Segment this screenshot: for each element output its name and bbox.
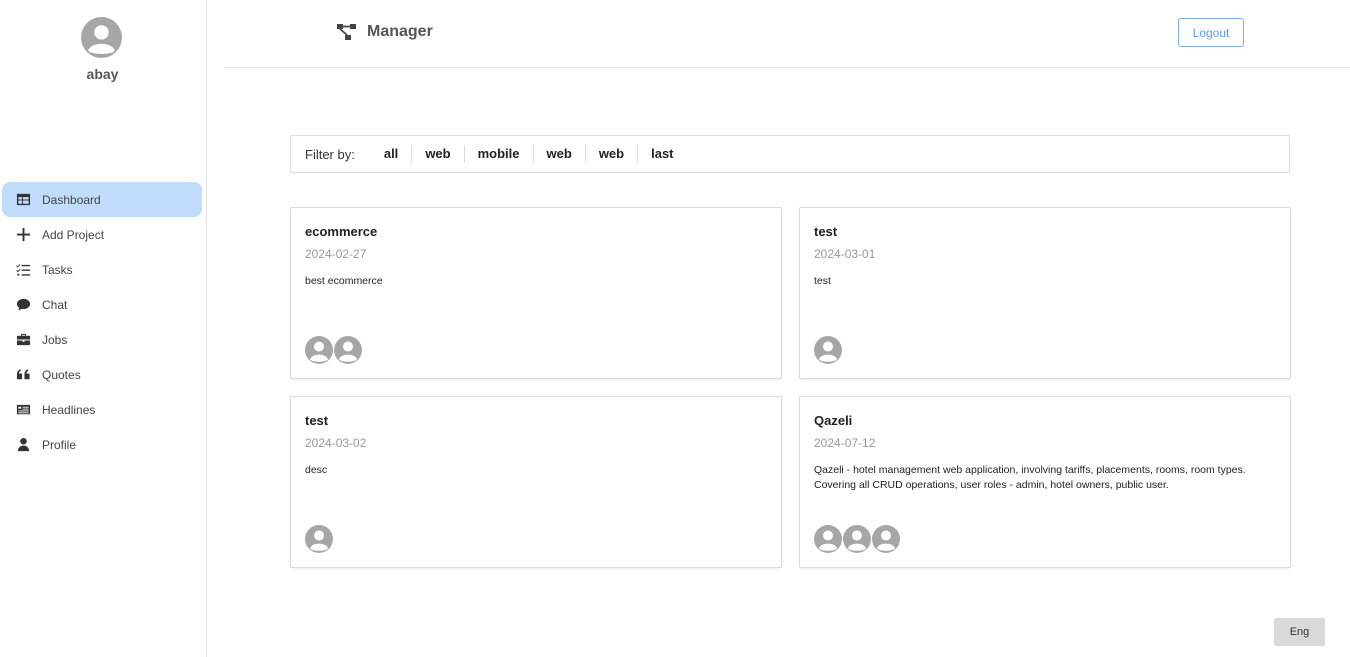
project-members (305, 336, 363, 364)
person-icon (15, 437, 31, 453)
sidebar-item-label: Chat (42, 297, 68, 312)
project-description: best ecommerce (305, 275, 383, 287)
project-members (814, 336, 843, 364)
chat-icon (15, 297, 31, 313)
project-title: test (814, 224, 838, 239)
member-avatar-icon[interactable] (814, 525, 842, 553)
logout-button[interactable]: Logout (1178, 18, 1244, 47)
member-avatar-icon[interactable] (843, 525, 871, 553)
plus-icon (15, 227, 31, 243)
sidebar-item-label: Add Project (42, 227, 105, 242)
project-card[interactable]: test 2024-03-01 test (799, 207, 1291, 379)
sidebar-item-label: Jobs (42, 332, 68, 347)
filter-option-last[interactable]: last (637, 145, 686, 163)
project-title: Qazeli (814, 413, 853, 428)
project-date: 2024-02-27 (305, 247, 367, 261)
filter-option-mobile[interactable]: mobile (463, 145, 533, 163)
sidebar-item-dashboard[interactable]: Dashboard (2, 182, 202, 217)
filter-option-web[interactable]: web (584, 145, 637, 163)
username: abay (86, 66, 119, 82)
project-date: 2024-03-02 (305, 436, 367, 450)
project-card[interactable]: ecommerce 2024-02-27 best ecommerce (290, 207, 782, 379)
project-members (814, 525, 901, 553)
brand[interactable]: Manager (336, 22, 433, 42)
filter-option-web[interactable]: web (532, 145, 585, 163)
table-icon (15, 192, 31, 208)
brand-name: Manager (367, 23, 433, 40)
project-title: ecommerce (305, 224, 378, 239)
sidebar-nav: Dashboard Add Project Tasks Chat Jobs Qu… (2, 182, 202, 462)
member-avatar-icon[interactable] (334, 336, 362, 364)
sidebar-item-label: Tasks (42, 262, 73, 277)
sidebar-item-profile[interactable]: Profile (2, 427, 202, 462)
sidebar-item-label: Headlines (42, 402, 96, 417)
project-card[interactable]: Qazeli 2024-07-12 Qazeli - hotel managem… (799, 396, 1291, 568)
filter-label: Filter by: (305, 146, 355, 162)
language-button[interactable]: Eng (1274, 618, 1325, 646)
member-avatar-icon[interactable] (305, 336, 333, 364)
quote-icon (15, 367, 31, 383)
tasks-icon (15, 262, 31, 278)
top-header: Manager Logout (224, 0, 1350, 68)
sidebar-item-label: Quotes (42, 367, 81, 382)
sidebar-item-tasks[interactable]: Tasks (2, 252, 202, 287)
sidebar-item-chat[interactable]: Chat (2, 287, 202, 322)
project-date: 2024-07-12 (814, 436, 876, 450)
project-card[interactable]: test 2024-03-02 desc (290, 396, 782, 568)
member-avatar-icon[interactable] (872, 525, 900, 553)
user-avatar-icon[interactable] (81, 17, 122, 58)
briefcase-icon (15, 332, 31, 348)
project-description: desc (305, 464, 328, 476)
sidebar-item-label: Dashboard (42, 192, 101, 207)
sidebar-item-jobs[interactable]: Jobs (2, 322, 202, 357)
project-description: test (814, 275, 831, 287)
sidebar-item-label: Profile (42, 437, 77, 452)
project-members (305, 525, 334, 553)
member-avatar-icon[interactable] (814, 336, 842, 364)
diagram-icon (337, 24, 356, 40)
member-avatar-icon[interactable] (305, 525, 333, 553)
filter-option-all[interactable]: all (372, 145, 411, 163)
sidebar: abay Dashboard Add Project Tasks Chat Jo… (0, 0, 207, 657)
newspaper-icon (15, 402, 31, 418)
filter-bar: Filter by: all web mobile web web last (290, 135, 1290, 173)
sidebar-item-add-project[interactable]: Add Project (2, 217, 202, 252)
project-title: test (305, 413, 329, 428)
sidebar-item-quotes[interactable]: Quotes (2, 357, 202, 392)
sidebar-item-headlines[interactable]: Headlines (2, 392, 202, 427)
project-date: 2024-03-01 (814, 247, 876, 261)
project-description: Qazeli - hotel management web applicatio… (814, 464, 1246, 491)
filter-option-web[interactable]: web (411, 145, 463, 163)
